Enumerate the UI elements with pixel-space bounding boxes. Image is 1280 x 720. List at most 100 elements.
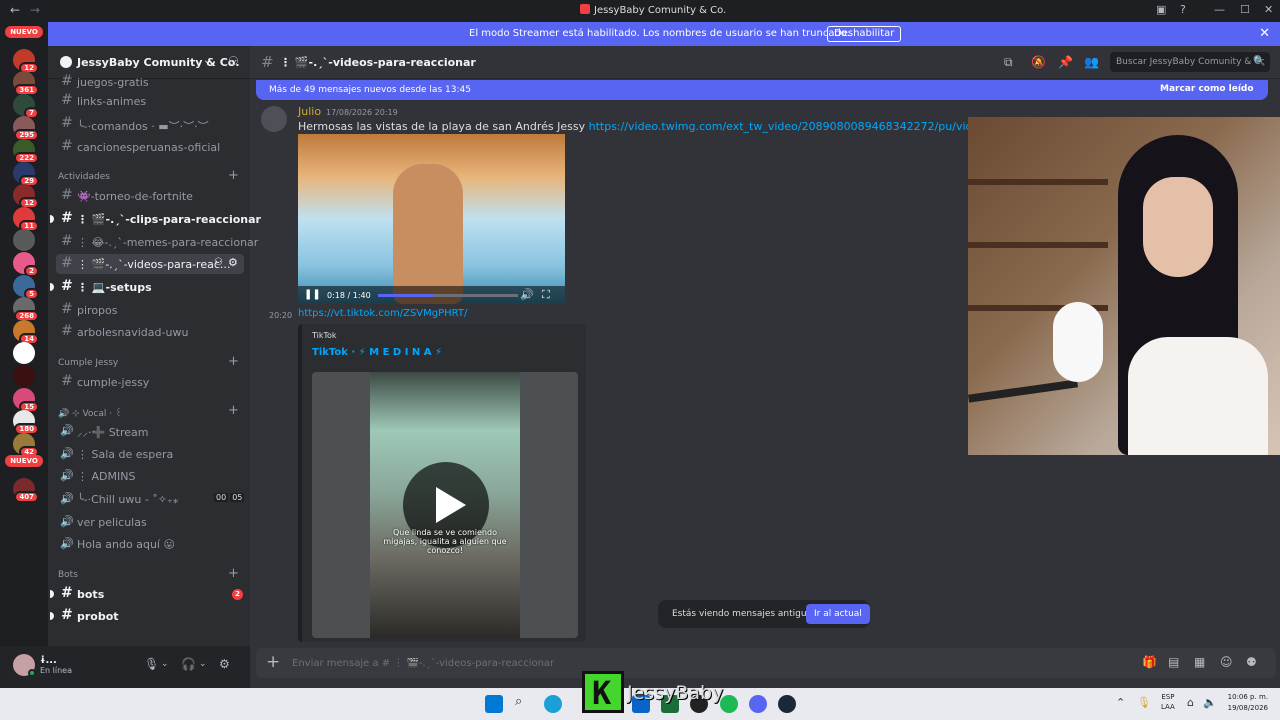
chevron-down-icon[interactable]: ⌄ <box>203 55 211 66</box>
channel-arbolesnavidad[interactable]: # arbolesnavidad-uwu <box>56 322 244 342</box>
voice-sala-de-espera[interactable]: 🔊 ⋮ Sala de espera <box>56 444 244 464</box>
server-icon[interactable]: 7 <box>13 93 39 119</box>
embed-title[interactable]: TikTok · ⚡ M E D I N A ⚡ <box>312 347 442 358</box>
message-input[interactable] <box>292 654 812 672</box>
pause-icon[interactable]: ❚❚ <box>304 289 321 300</box>
gift-icon[interactable]: 🎁 <box>1142 655 1157 669</box>
microphone-tray-icon[interactable]: 🎙 <box>1137 696 1151 709</box>
category-cumple-jessy[interactable]: Cumple Jessy <box>58 358 118 368</box>
server-icon[interactable]: 268 <box>13 297 39 323</box>
attach-icon[interactable]: + <box>266 652 280 672</box>
message-author[interactable]: Julio <box>298 105 321 118</box>
channel-videos-para-reaccionar[interactable]: # ⋮ 🎬-.ˏˋ-videos-para-reac... ⚇ ⚙ <box>56 254 244 274</box>
channel-piropos[interactable]: # piropos <box>56 300 244 320</box>
avatar[interactable] <box>261 106 287 132</box>
add-channel-icon[interactable]: + <box>228 168 239 183</box>
channel-clips-para-reaccionar[interactable]: # ⋮ 🎬-.ˏˋ-clips-para-reaccionar <box>50 209 261 229</box>
add-channel-icon[interactable]: + <box>228 566 239 581</box>
server-icon[interactable]: 5 <box>13 274 39 300</box>
server-icon[interactable] <box>13 365 35 387</box>
channel-bots[interactable]: # bots 2 <box>50 584 244 604</box>
disable-streamer-button[interactable]: Deshabilitar <box>827 26 902 42</box>
category-bots[interactable]: Bots <box>58 570 78 580</box>
invite-member-icon[interactable]: ⚇ <box>214 257 223 268</box>
search-input[interactable] <box>1110 52 1270 72</box>
video-player[interactable]: ❚❚ 0:18 / 1:40 🔊 ⛶ <box>298 134 565 304</box>
emoji-icon[interactable]: ☺ <box>1220 655 1233 669</box>
category-vocal[interactable]: 🔊 ⊹ Vocal · ꒰ <box>58 407 122 419</box>
add-channel-icon[interactable]: + <box>228 354 239 369</box>
mark-as-read-button[interactable]: Marcar como leído <box>1160 84 1254 94</box>
server-icon[interactable] <box>13 229 35 252</box>
chevron-down-icon[interactable]: ⌄ <box>199 659 207 669</box>
channel-links-animes[interactable]: # links-animes <box>56 91 244 111</box>
embed-thumbnail[interactable]: Que linda se ve comiendo migajas, iguali… <box>312 372 578 638</box>
server-icon[interactable]: 407 <box>13 478 39 503</box>
server-icon[interactable]: 12 <box>13 48 39 74</box>
back-arrow-icon[interactable]: ← <box>10 3 20 17</box>
edge-icon[interactable] <box>544 695 562 713</box>
fullscreen-icon[interactable]: ⛶ <box>542 288 550 302</box>
channel-cumple-jessy[interactable]: # cumple-jessy <box>56 372 244 392</box>
server-icon[interactable]: 14 <box>13 319 39 345</box>
volume-icon[interactable]: 🔊 <box>520 288 534 301</box>
server-icon[interactable]: 2 <box>13 252 39 277</box>
server-icon[interactable]: 12 <box>13 184 39 210</box>
voice-ver-peliculas[interactable]: 🔊 ver peliculas <box>56 512 244 532</box>
channel-setups[interactable]: # ⋮ 💻-setups <box>50 277 244 297</box>
member-list-icon[interactable]: 👥 <box>1084 55 1099 69</box>
inbox-icon[interactable]: ▣ <box>1156 3 1166 16</box>
video-progress-bar[interactable] <box>378 294 518 297</box>
headphones-icon[interactable]: 🎧 <box>181 657 196 671</box>
voice-hola-ando-aqui[interactable]: 🔊 Hola ando aquí 😛 <box>56 534 244 554</box>
channel-comandos[interactable]: # ╰-·comandos · ▬︶·︶·︶ <box>56 114 244 134</box>
new-servers-tag[interactable]: NUEVO <box>5 455 43 468</box>
server-icon[interactable]: 222 <box>13 139 39 164</box>
channel-probot[interactable]: # probot <box>50 606 244 626</box>
microphone-icon[interactable]: 🎙 <box>144 657 159 671</box>
pin-icon[interactable]: 📌 <box>1058 55 1073 69</box>
gear-icon[interactable]: ⚙ <box>219 657 230 671</box>
minimize-icon[interactable]: — <box>1214 3 1225 16</box>
invite-icon[interactable]: ⚇ <box>228 54 239 68</box>
server-icon[interactable]: 15 <box>13 387 39 413</box>
forward-arrow-icon[interactable]: → <box>30 3 40 17</box>
server-icon[interactable]: 361 <box>13 71 39 97</box>
apps-icon[interactable]: ⚉ <box>1246 655 1257 669</box>
chevron-up-icon[interactable]: ⌃ <box>1116 696 1125 709</box>
channel-canciones[interactable]: # cancionesperuanas-oficial <box>56 137 244 157</box>
sticker-icon[interactable]: ▦ <box>1194 655 1205 669</box>
category-actividades[interactable]: Actividades <box>58 172 110 182</box>
voice-chill-uwu[interactable]: 🔊 ╰-·Chill uwu - ˚✧₊⁎ 00 05 <box>56 489 245 509</box>
server-icon[interactable]: 11 <box>13 206 39 232</box>
network-icon[interactable]: ⌂ <box>1187 696 1194 709</box>
server-icon[interactable]: 180 <box>13 410 39 436</box>
jump-to-present-button[interactable]: Ir al actual <box>806 604 870 624</box>
search-icon[interactable]: ⌕ <box>515 694 522 709</box>
discord-icon[interactable] <box>749 695 767 713</box>
voice-stream[interactable]: 🔊 ⸝⸝·➕ Stream <box>56 421 244 441</box>
help-icon[interactable]: ? <box>1180 3 1186 16</box>
channel-torneo-fortnite[interactable]: # 👾-torneo-de-fortnite <box>56 186 244 206</box>
maximize-icon[interactable]: ☐ <box>1240 3 1250 16</box>
add-channel-icon[interactable]: + <box>228 403 239 418</box>
server-icon[interactable] <box>13 342 35 365</box>
language-indicator[interactable]: ESP LAA <box>1161 692 1175 712</box>
new-messages-bar[interactable]: Más de 49 mensajes nuevos desde las 13:4… <box>256 80 1268 100</box>
server-icon[interactable]: 42 <box>13 432 39 458</box>
close-icon[interactable]: ✕ <box>1259 26 1270 41</box>
chevron-down-icon[interactable]: ⌄ <box>161 659 169 669</box>
new-servers-tag[interactable]: NUEVO <box>5 26 43 38</box>
channel-juegos-gratis[interactable]: # juegos-gratis <box>56 72 244 92</box>
volume-icon[interactable]: 🔈 <box>1203 696 1217 709</box>
close-window-icon[interactable]: ✕ <box>1264 3 1273 16</box>
gear-icon[interactable]: ⚙ <box>228 256 238 269</box>
channel-memes-para-reaccionar[interactable]: # ⋮ 😂-.ˏˋ-memes-para-reaccionar <box>56 232 258 252</box>
voice-admins[interactable]: 🔊 ⋮ ADMINS <box>56 466 244 486</box>
notification-bell-icon[interactable]: 🔕 <box>1031 55 1046 69</box>
steam-icon[interactable] <box>778 695 796 713</box>
server-icon[interactable]: 295 <box>13 116 39 142</box>
start-icon[interactable] <box>485 695 503 713</box>
tiktok-link[interactable]: https://vt.tiktok.com/ZSVMgPHRT/ <box>298 308 467 319</box>
video-link[interactable]: https://video.twimg.com/ext_tw_video/208… <box>589 120 968 133</box>
